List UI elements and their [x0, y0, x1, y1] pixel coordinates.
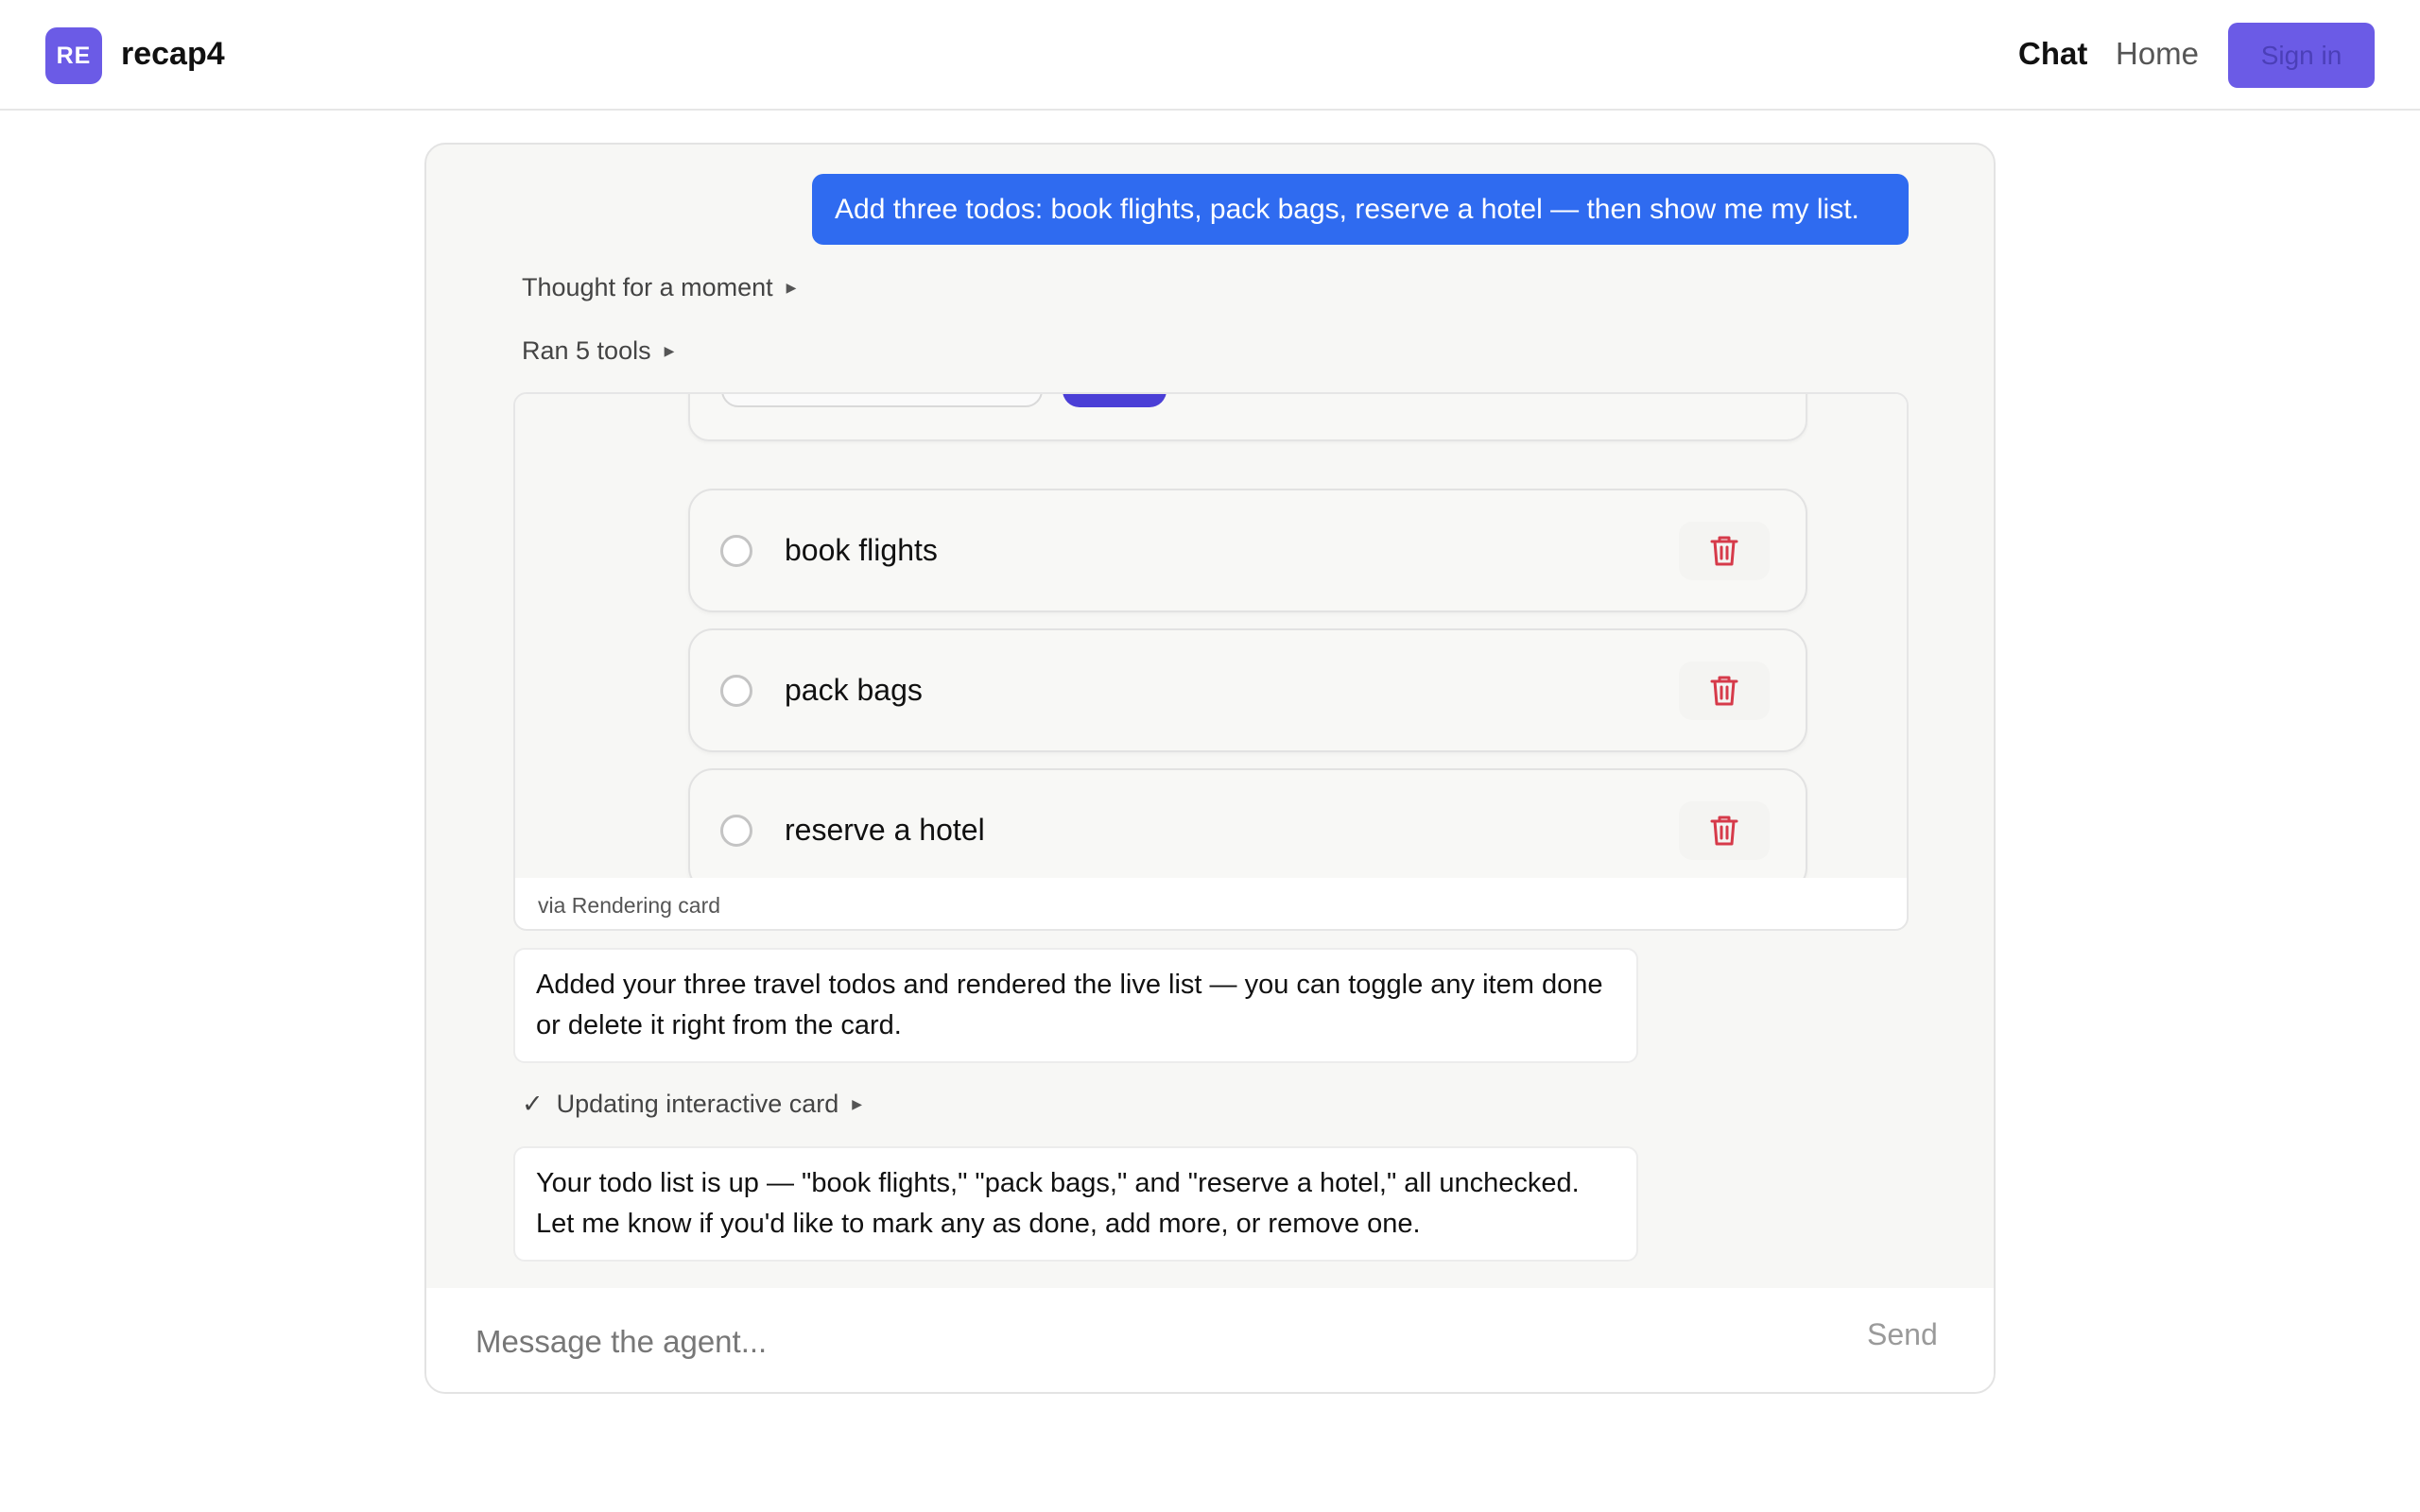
assistant-message: Added your three travel todos and render…	[513, 948, 1638, 1063]
card-scroll-area[interactable]: book flights pack bags reserve a hotel	[515, 394, 1907, 878]
triangle-right-icon: ▶	[664, 343, 675, 358]
trash-icon	[1710, 816, 1738, 846]
message-input[interactable]	[474, 1311, 1706, 1373]
send-button[interactable]: Send	[1861, 1316, 1944, 1353]
nav-home[interactable]: Home	[2116, 36, 2199, 72]
triangle-right-icon: ▶	[852, 1096, 863, 1111]
todo-label: reserve a hotel	[785, 813, 985, 847]
todo-label: pack bags	[785, 673, 923, 707]
sign-in-button[interactable]: Sign in	[2228, 23, 2375, 88]
trash-icon	[1710, 676, 1738, 706]
app-header: RE recap4 Chat Home Sign in	[0, 0, 2420, 111]
todo-label: book flights	[785, 533, 938, 567]
delete-todo-button[interactable]	[1679, 522, 1770, 580]
add-todo-button[interactable]	[1063, 394, 1167, 407]
tools-label: Ran 5 tools	[522, 336, 651, 365]
todo-item: pack bags	[688, 628, 1807, 752]
user-message: Add three todos: book flights, pack bags…	[812, 174, 1909, 245]
update-toggle[interactable]: ✓ Updating interactive card ▶	[522, 1090, 862, 1119]
todo-checkbox[interactable]	[720, 675, 752, 707]
tools-toggle[interactable]: Ran 5 tools ▶	[522, 336, 674, 366]
nav-chat[interactable]: Chat	[2018, 36, 2087, 72]
delete-todo-button[interactable]	[1679, 801, 1770, 860]
thought-label: Thought for a moment	[522, 273, 773, 301]
todo-item: reserve a hotel	[688, 768, 1807, 878]
update-label: Updating interactive card	[556, 1090, 839, 1118]
todo-item: book flights	[688, 489, 1807, 612]
new-todo-input[interactable]	[721, 394, 1043, 407]
composer: Send	[426, 1288, 1994, 1392]
todo-checkbox[interactable]	[720, 815, 752, 847]
logo-badge[interactable]: RE	[45, 27, 102, 84]
chat-panel: Add three todos: book flights, pack bags…	[424, 143, 1996, 1394]
check-icon: ✓	[522, 1090, 544, 1118]
card-footer: via Rendering card	[538, 893, 721, 918]
assistant-message: Your todo list is up — "book flights," "…	[513, 1146, 1638, 1262]
brand-name[interactable]: recap4	[121, 36, 225, 73]
delete-todo-button[interactable]	[1679, 662, 1770, 720]
triangle-right-icon: ▶	[786, 280, 797, 295]
rendered-card: book flights pack bags reserve a hotel v…	[513, 392, 1909, 931]
thought-toggle[interactable]: Thought for a moment ▶	[522, 273, 796, 302]
trash-icon	[1710, 536, 1738, 566]
add-todo-form	[688, 394, 1807, 441]
todo-checkbox[interactable]	[720, 535, 752, 567]
